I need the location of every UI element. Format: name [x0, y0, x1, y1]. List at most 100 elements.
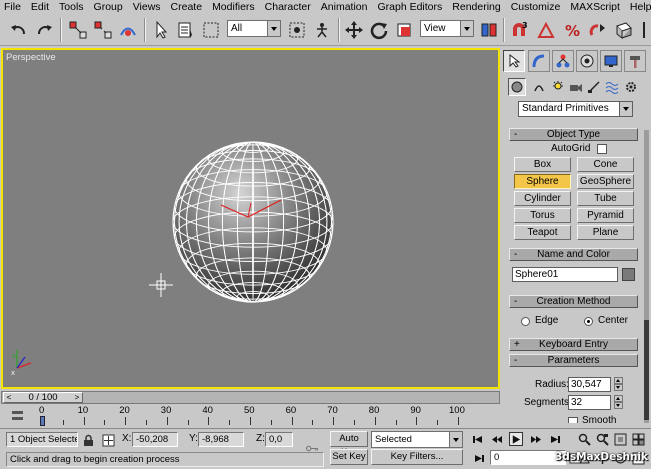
- previous-frame-icon[interactable]: [489, 432, 503, 446]
- segments-field[interactable]: 32: [568, 395, 611, 410]
- key-filters-button[interactable]: Key Filters...: [371, 449, 463, 465]
- spinner-snap-icon[interactable]: [587, 19, 609, 41]
- bind-to-space-warp-icon[interactable]: [117, 19, 139, 41]
- tab-modify[interactable]: [528, 50, 550, 72]
- select-manipulate-icon[interactable]: [311, 19, 333, 41]
- helpers-category[interactable]: [585, 78, 603, 96]
- autogrid-checkbox[interactable]: [597, 144, 607, 154]
- zoom-extents-all-icon[interactable]: [631, 432, 645, 446]
- cylinder-button[interactable]: Cylinder: [514, 191, 571, 206]
- menu-graph-editors[interactable]: Graph Editors: [372, 0, 447, 15]
- go-to-start-icon[interactable]: [470, 432, 484, 446]
- set-key-button[interactable]: Set Key: [330, 449, 368, 465]
- sphere-object[interactable]: z x: [3, 50, 498, 387]
- selection-filter-dropdown[interactable]: All: [227, 20, 281, 37]
- radius-spinner[interactable]: [614, 377, 623, 392]
- primitive-category-dropdown[interactable]: Standard Primitives: [518, 101, 633, 117]
- menu-create[interactable]: Create: [166, 0, 208, 15]
- select-and-scale-icon[interactable]: [393, 19, 415, 41]
- shapes-category[interactable]: [530, 78, 548, 96]
- play-icon[interactable]: [509, 432, 523, 446]
- keyboard-entry-rollout-header[interactable]: + Keyboard Entry: [509, 338, 638, 351]
- torus-button[interactable]: Torus: [514, 208, 571, 223]
- menu-maxscript[interactable]: MAXScript: [565, 0, 625, 15]
- segments-spinner[interactable]: [614, 395, 623, 410]
- angle-snap-icon[interactable]: [535, 19, 557, 41]
- snap-toggle-icon[interactable]: 3: [508, 19, 530, 41]
- tab-display[interactable]: [600, 50, 622, 72]
- box-button[interactable]: Box: [514, 157, 571, 172]
- menu-edit[interactable]: Edit: [26, 0, 54, 15]
- center-radio[interactable]: [584, 317, 593, 326]
- cone-button[interactable]: Cone: [577, 157, 634, 172]
- menu-tools[interactable]: Tools: [54, 0, 89, 15]
- menu-customize[interactable]: Customize: [506, 0, 566, 15]
- scrollbar-thumb[interactable]: [644, 320, 649, 420]
- tab-create[interactable]: [503, 50, 525, 72]
- menu-file[interactable]: File: [0, 0, 26, 15]
- object-name-field[interactable]: Sphere01: [512, 267, 618, 282]
- set-key-mode-icon[interactable]: [300, 441, 324, 455]
- menu-group[interactable]: Group: [89, 0, 128, 15]
- zoom-extents-icon[interactable]: [613, 432, 627, 446]
- menu-animation[interactable]: Animation: [316, 0, 373, 15]
- parameters-rollout-header[interactable]: - Parameters: [509, 354, 638, 367]
- select-and-move-icon[interactable]: [343, 19, 365, 41]
- next-frame-icon[interactable]: [529, 432, 543, 446]
- cameras-category[interactable]: [567, 78, 585, 96]
- select-object-icon[interactable]: [150, 19, 172, 41]
- z-coordinate-field[interactable]: 0,0: [265, 432, 293, 447]
- name-and-color-rollout-header[interactable]: - Name and Color: [509, 248, 638, 261]
- select-and-move-target-icon[interactable]: [286, 19, 308, 41]
- sphere-button[interactable]: Sphere: [514, 174, 571, 189]
- pivot-point-center-icon[interactable]: [478, 19, 500, 41]
- geosphere-button[interactable]: GeoSphere: [577, 174, 634, 189]
- space-warps-category[interactable]: [603, 78, 621, 96]
- select-and-link-icon[interactable]: [67, 19, 89, 41]
- select-and-rotate-icon[interactable]: [368, 19, 390, 41]
- pyramid-button[interactable]: Pyramid: [577, 208, 634, 223]
- select-by-name-icon[interactable]: [175, 19, 197, 41]
- mirror-icon[interactable]: [637, 19, 651, 41]
- time-slider[interactable]: 0 / 100 < >: [1, 391, 500, 404]
- menu-modifiers[interactable]: Modifiers: [207, 0, 260, 15]
- current-frame-marker[interactable]: [40, 416, 45, 426]
- zoom-icon[interactable]: [577, 432, 591, 446]
- rectangular-selection-icon[interactable]: [200, 19, 222, 41]
- lights-category[interactable]: [549, 78, 567, 96]
- go-to-end-icon[interactable]: [548, 432, 562, 446]
- key-mode-toggle-icon[interactable]: [472, 451, 486, 465]
- tab-motion[interactable]: [576, 50, 598, 72]
- teapot-button[interactable]: Teapot: [514, 225, 571, 240]
- y-coordinate-field[interactable]: -8,968: [198, 432, 244, 447]
- unlink-selection-icon[interactable]: [92, 19, 114, 41]
- menu-help[interactable]: Help: [625, 0, 651, 15]
- absolute-mode-transform-icon[interactable]: [101, 433, 115, 447]
- smooth-checkbox[interactable]: [568, 417, 578, 423]
- percent-snap-icon[interactable]: %: [561, 19, 583, 41]
- reference-coordinate-dropdown[interactable]: View: [420, 20, 474, 37]
- object-type-rollout-header[interactable]: - Object Type: [509, 128, 638, 141]
- command-panel-scrollbar[interactable]: [644, 130, 649, 423]
- radius-field[interactable]: 30,547: [568, 377, 611, 392]
- time-slider-prev[interactable]: <: [3, 392, 15, 403]
- menu-character[interactable]: Character: [260, 0, 316, 15]
- key-mode-dropdown[interactable]: Selected: [371, 431, 463, 448]
- perspective-viewport[interactable]: Perspective z x: [1, 48, 500, 389]
- zoom-all-icon[interactable]: [595, 432, 609, 446]
- undo-icon[interactable]: [8, 19, 30, 41]
- geometry-category[interactable]: [508, 78, 526, 96]
- creation-method-rollout-header[interactable]: - Creation Method: [509, 295, 638, 308]
- named-selection-sets-icon[interactable]: [613, 19, 635, 41]
- edge-radio[interactable]: [521, 317, 530, 326]
- tube-button[interactable]: Tube: [577, 191, 634, 206]
- menu-views[interactable]: Views: [128, 0, 166, 15]
- tab-hierarchy[interactable]: [552, 50, 574, 72]
- mini-curve-editor-icon[interactable]: [10, 408, 24, 422]
- time-slider-next[interactable]: >: [71, 392, 83, 403]
- plane-button[interactable]: Plane: [577, 225, 634, 240]
- menu-rendering[interactable]: Rendering: [447, 0, 505, 15]
- systems-category[interactable]: [622, 78, 640, 96]
- track-bar[interactable]: 0 10 20 30 40 50 60 70 80 90 100: [0, 405, 500, 427]
- lock-selection-icon[interactable]: [81, 433, 95, 447]
